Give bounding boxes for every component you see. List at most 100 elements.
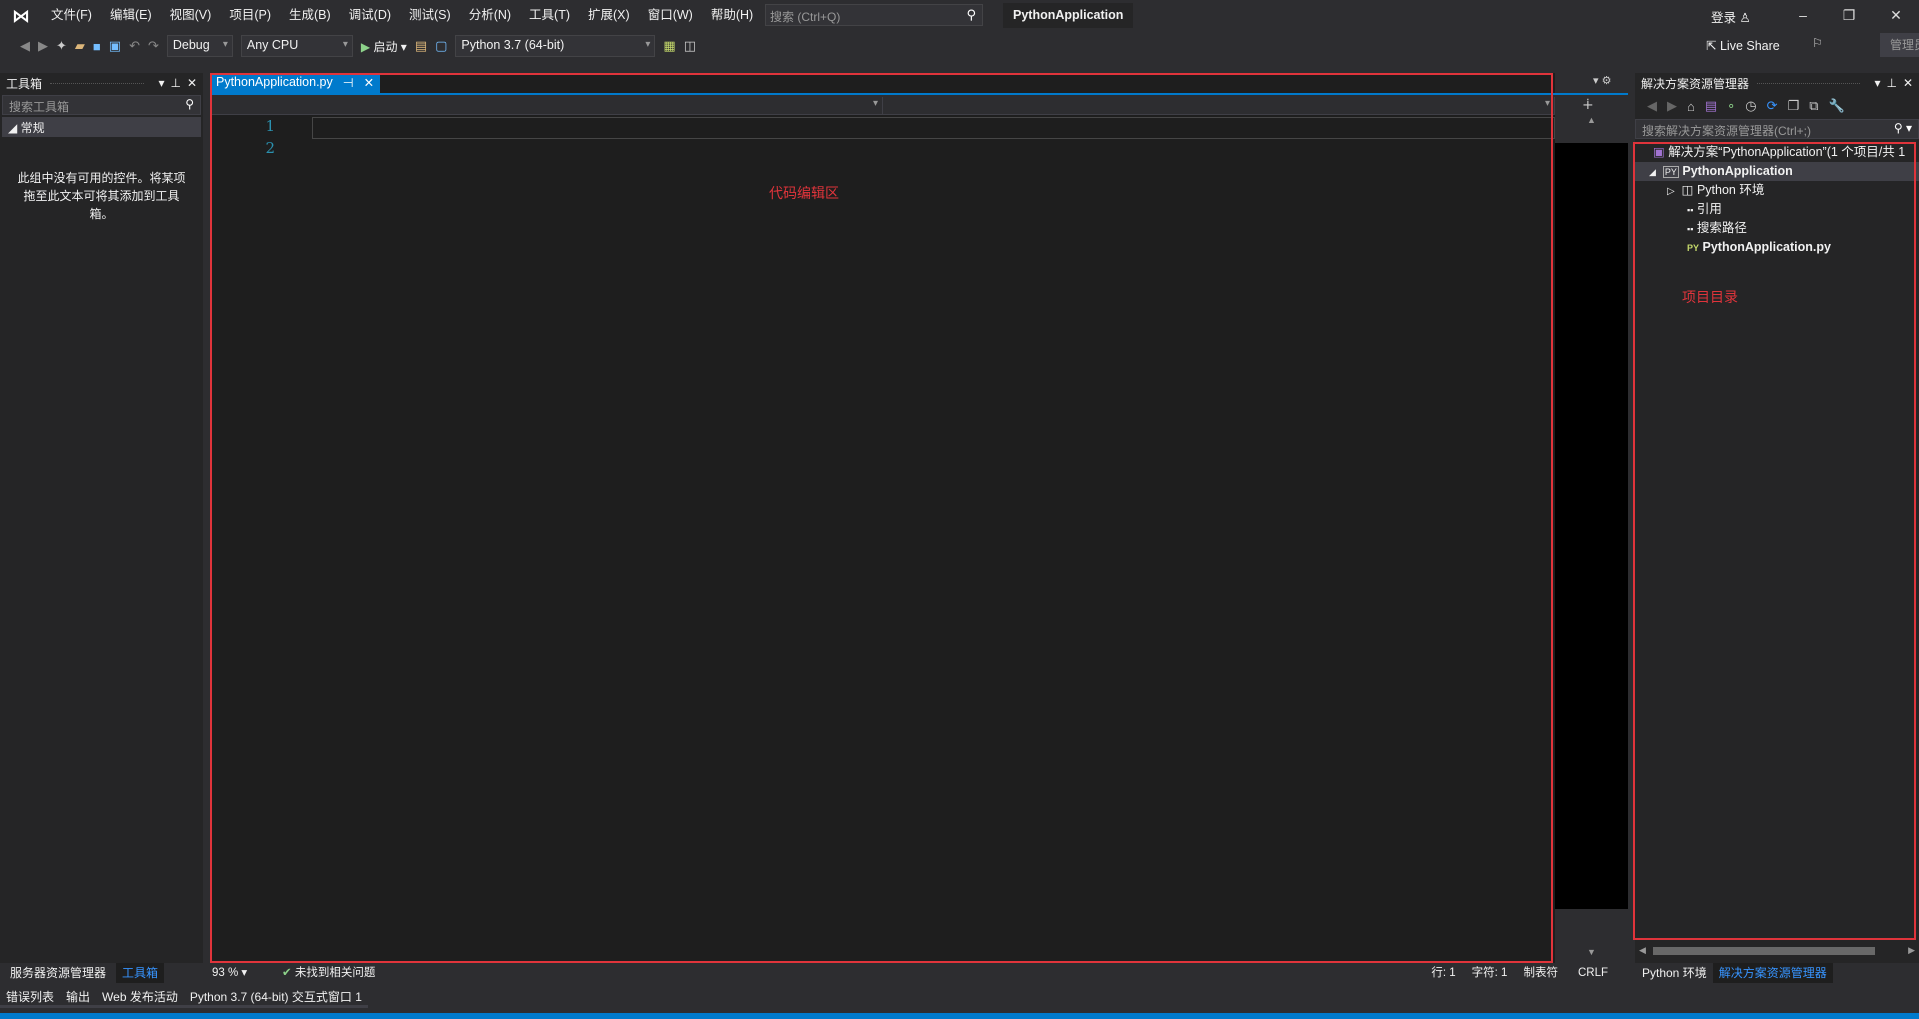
search-input[interactable]: 搜索 (Ctrl+Q) ⚲ [765, 4, 983, 26]
menu-view[interactable]: 视图(V) [161, 0, 221, 31]
tab-interactive-window[interactable]: Python 3.7 (64-bit) 交互式窗口 1 [183, 986, 368, 1008]
collapse-all-icon[interactable]: ❐ [1788, 98, 1800, 114]
tab-server-explorer[interactable]: 服务器资源管理器 [0, 963, 116, 983]
tab-error-list[interactable]: 错误列表 [0, 986, 61, 1008]
package-icon[interactable]: ▦ [663, 38, 675, 54]
solution-explorer-toolbar: ◀ ▶ ⌂ ▤ ∘ ◷ ⟳ ❐ ⧉ 🔧 [1635, 93, 1919, 119]
home-icon[interactable]: ⌂ [1687, 99, 1695, 114]
tab-toolbox[interactable]: 工具箱 [116, 963, 165, 983]
start-label: 启动 [373, 39, 398, 54]
live-share-label: Live Share [1719, 39, 1780, 53]
save-icon[interactable]: ■ [93, 39, 101, 54]
toolbox-empty-text: 此组中没有可用的控件。将某项拖至此文本可将其添加到工具箱。 [17, 171, 186, 221]
menu-build[interactable]: 生成(B) [280, 0, 340, 31]
new-project-icon[interactable]: ✦ [56, 38, 67, 54]
row-indicator: 行: 1 [1431, 967, 1456, 979]
menu-file[interactable]: 文件(F) [42, 0, 101, 31]
scroll-down-icon[interactable]: ▼ [1555, 947, 1628, 957]
editor-annotation-box [210, 73, 1553, 963]
tab-web-publish[interactable]: Web 发布活动 [96, 986, 184, 1008]
tree-annotation-box [1633, 142, 1916, 940]
toolbox-search-input[interactable]: 搜索工具箱 ⚲ [2, 95, 201, 115]
open-icon[interactable]: ▰ [75, 38, 85, 54]
tabs-indicator[interactable]: 制表符 [1523, 963, 1558, 983]
scroll-left-icon[interactable]: ◀ [1639, 945, 1646, 955]
platform-dropdown[interactable]: Any CPU [240, 35, 353, 57]
scroll-right-icon[interactable]: ▶ [1908, 945, 1915, 956]
forward-icon[interactable]: ▶ [1667, 98, 1677, 114]
horizontal-scrollbar[interactable]: ◀ ▶ [1639, 945, 1915, 957]
menu-window[interactable]: 窗口(W) [639, 0, 702, 31]
layout-icon[interactable]: ◫ [684, 38, 696, 54]
configuration-dropdown[interactable]: Debug [166, 35, 233, 57]
refresh-icon[interactable]: ⟳ [1767, 98, 1778, 114]
vertical-scrollbar[interactable]: ▲ ▼ [1555, 115, 1628, 963]
tab-overflow-icon[interactable]: ▾ ⚙ [1593, 74, 1611, 87]
zoom-level: 93 % [212, 967, 239, 979]
eol-indicator[interactable]: CRLF [1578, 963, 1608, 983]
dropdown-icon[interactable]: ▾ [1874, 76, 1880, 90]
tab-python-environments[interactable]: Python 环境 [1636, 963, 1713, 983]
group-label: 常规 [20, 121, 45, 135]
toolbar: ◀ ▶ ✦ ▰ ■ ▣ ↶ ↷ Debug Any CPU ▶ 启动 ▾ ▤ ▢… [0, 31, 1919, 61]
menu-debug[interactable]: 调试(D) [340, 0, 400, 31]
menu-extensions[interactable]: 扩展(X) [579, 0, 639, 31]
environment-dropdown[interactable]: Python 3.7 (64-bit) [455, 35, 656, 57]
solution-search-input[interactable]: 搜索解决方案资源管理器(Ctrl+;) ⚲ ▾ [1635, 119, 1919, 139]
redo-icon[interactable]: ↷ [148, 38, 159, 54]
undo-icon[interactable]: ↶ [129, 38, 140, 54]
search-icon: ⚲ ▾ [1893, 121, 1912, 135]
issues-label: 未找到相关问题 [294, 967, 376, 979]
toolbox-title: 工具箱 [6, 76, 43, 91]
back-icon[interactable]: ◀ [20, 38, 30, 54]
close-icon[interactable]: ✕ [187, 76, 197, 90]
solution-explorer-header: 解决方案资源管理器 ▾ ⊥ ✕ [1635, 73, 1919, 93]
browser-icon[interactable]: ▢ [435, 38, 447, 54]
login-button[interactable]: 登录 ♙ [1711, 7, 1751, 26]
pin-icon[interactable]: ⊥ [1886, 76, 1896, 90]
toolbox-group-general[interactable]: ◢ 常规 [2, 117, 201, 137]
menu-tools[interactable]: 工具(T) [520, 0, 579, 31]
issues-indicator[interactable]: ✔ 未找到相关问题 [282, 963, 375, 983]
forward-icon[interactable]: ▶ [38, 38, 48, 54]
scrollbar-thumb[interactable] [1653, 947, 1875, 955]
menu-edit[interactable]: 编辑(E) [101, 0, 161, 31]
menu-project[interactable]: 项目(P) [220, 0, 280, 31]
pending-changes-icon[interactable]: ∘ [1727, 98, 1735, 114]
minimize-button[interactable]: – [1780, 0, 1826, 31]
search-placeholder: 搜索 (Ctrl+Q) [770, 10, 841, 24]
browse-folder-icon[interactable]: ▤ [415, 38, 427, 54]
properties-icon[interactable]: 🔧 [1829, 98, 1845, 114]
menu-help[interactable]: 帮助(H) [702, 0, 762, 31]
save-all-icon[interactable]: ▣ [109, 38, 121, 54]
toolbox-header: 工具箱 ▾ ⊥ ✕ [0, 73, 203, 93]
close-icon[interactable]: ✕ [1903, 76, 1913, 90]
live-share-button[interactable]: ⇱ Live Share [1706, 38, 1780, 53]
history-icon[interactable]: ◷ [1745, 98, 1756, 114]
tab-output[interactable]: 输出 [60, 986, 97, 1008]
feedback-icon[interactable]: ⚐ [1812, 36, 1823, 50]
show-all-files-icon[interactable]: ⧉ [1809, 98, 1818, 114]
close-button[interactable]: ✕ [1873, 0, 1919, 31]
dropdown-icon[interactable]: ▾ [158, 76, 164, 90]
menu-analyze[interactable]: 分析(N) [460, 0, 520, 31]
start-button[interactable]: ▶ 启动 ▾ [361, 38, 407, 55]
tab-solution-explorer[interactable]: 解决方案资源管理器 [1712, 963, 1833, 983]
visual-studio-logo-icon: ⋈ [12, 5, 30, 26]
share-icon: ⇱ [1706, 39, 1717, 53]
solution-search-placeholder: 搜索解决方案资源管理器(Ctrl+;) [1642, 124, 1811, 138]
back-icon[interactable]: ◀ [1647, 98, 1657, 114]
split-icon[interactable]: ∔ [1582, 96, 1594, 113]
solution-title: PythonApplication [1003, 3, 1134, 28]
scroll-up-icon[interactable]: ▲ [1555, 115, 1628, 129]
pin-icon[interactable]: ⊥ [170, 76, 180, 90]
search-icon: ⚲ [185, 97, 194, 111]
scrollbar-map [1555, 143, 1628, 909]
restore-button[interactable]: ❐ [1826, 0, 1872, 31]
search-icon: ⚲ [966, 7, 976, 22]
left-panel-tabs: 服务器资源管理器 工具箱 [0, 963, 165, 983]
menu-test[interactable]: 测试(S) [400, 0, 460, 31]
zoom-dropdown[interactable]: 93 % ▾ [212, 963, 272, 983]
switch-views-icon[interactable]: ▤ [1705, 98, 1717, 114]
status-bar [0, 1013, 1919, 1019]
